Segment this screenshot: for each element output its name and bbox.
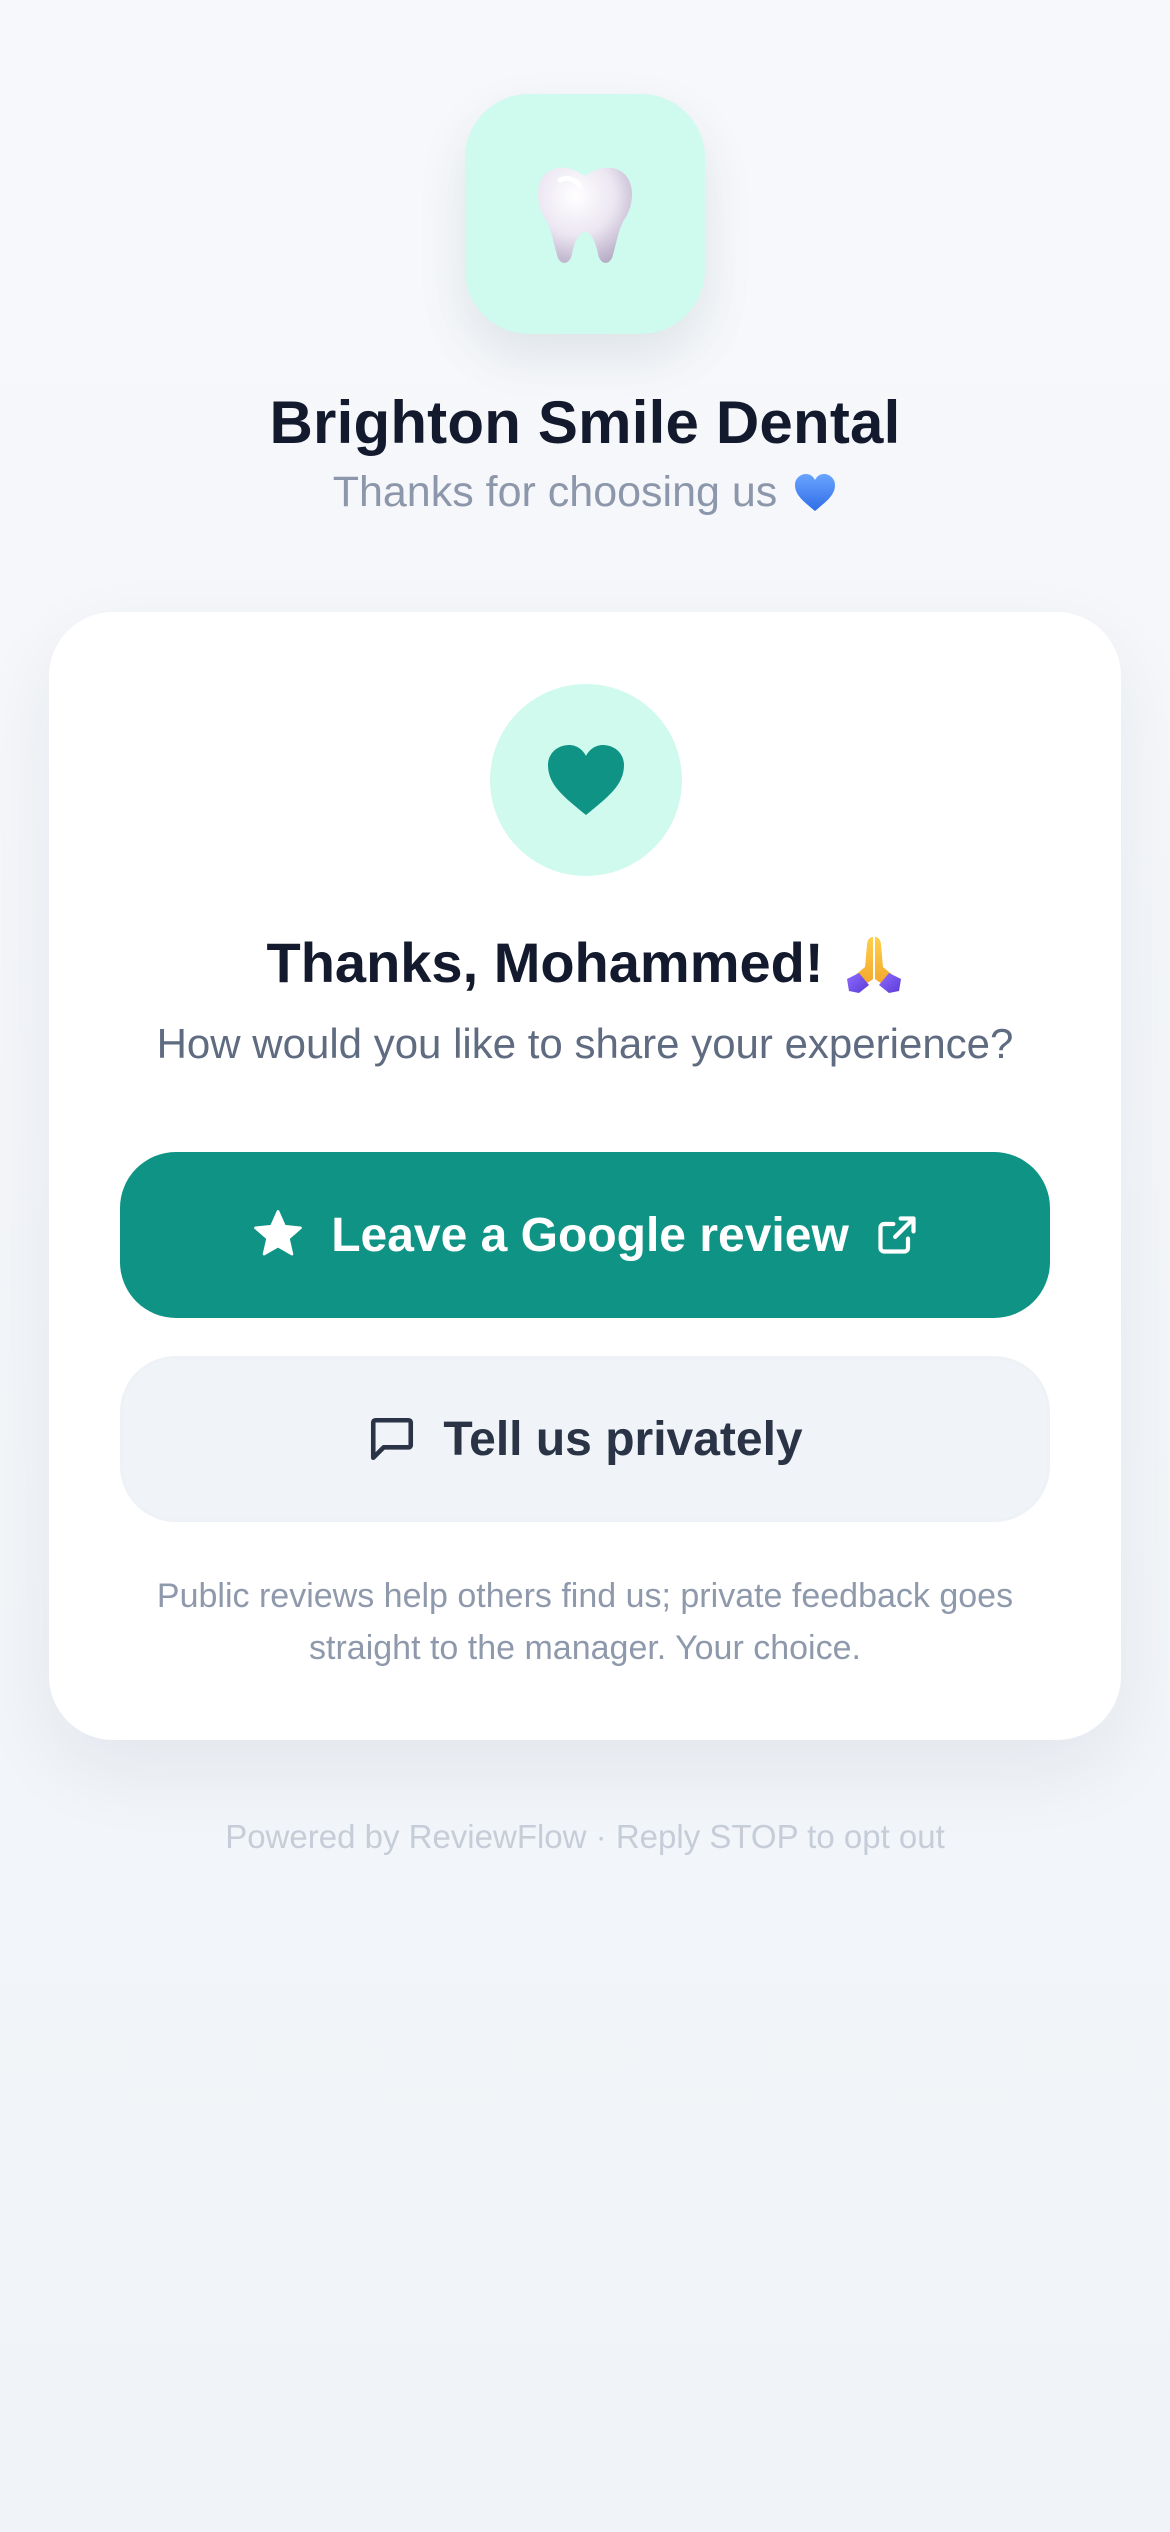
heart-icon [548,745,624,815]
message-icon [371,1417,414,1461]
footer-text: Powered by ReviewFlow · Reply STOP to op… [225,1818,945,1855]
external-link-icon [878,1216,916,1254]
private-feedback-button[interactable]: Tell us privately [120,1356,1050,1522]
google-review-label: Leave a Google review [331,1208,849,1262]
star-icon [254,1210,303,1256]
greeting-text: Thanks, Mohammed! [266,931,824,994]
business-name: Brighton Smile Dental [269,389,901,456]
tagline: Thanks for choosing us [0,468,1170,517]
folded-hands-icon [847,936,902,993]
explanation-note: Public reviews help others find us; priv… [156,1577,1014,1667]
prompt-question: How would you like to share your experie… [156,1020,1014,1067]
google-review-button[interactable]: Leave a Google review [120,1152,1050,1318]
blue-heart-icon [795,473,836,511]
greeting-title: Thanks, Mohammed! [49,930,1121,995]
heart-badge [490,684,682,876]
brand-logo-tile [465,94,705,334]
private-feedback-label: Tell us privately [443,1412,803,1466]
tooth-icon [538,167,632,263]
feedback-card: Thanks, Mohammed! How would you like to … [49,612,1121,1740]
tagline-text: Thanks for choosing us [332,468,778,516]
